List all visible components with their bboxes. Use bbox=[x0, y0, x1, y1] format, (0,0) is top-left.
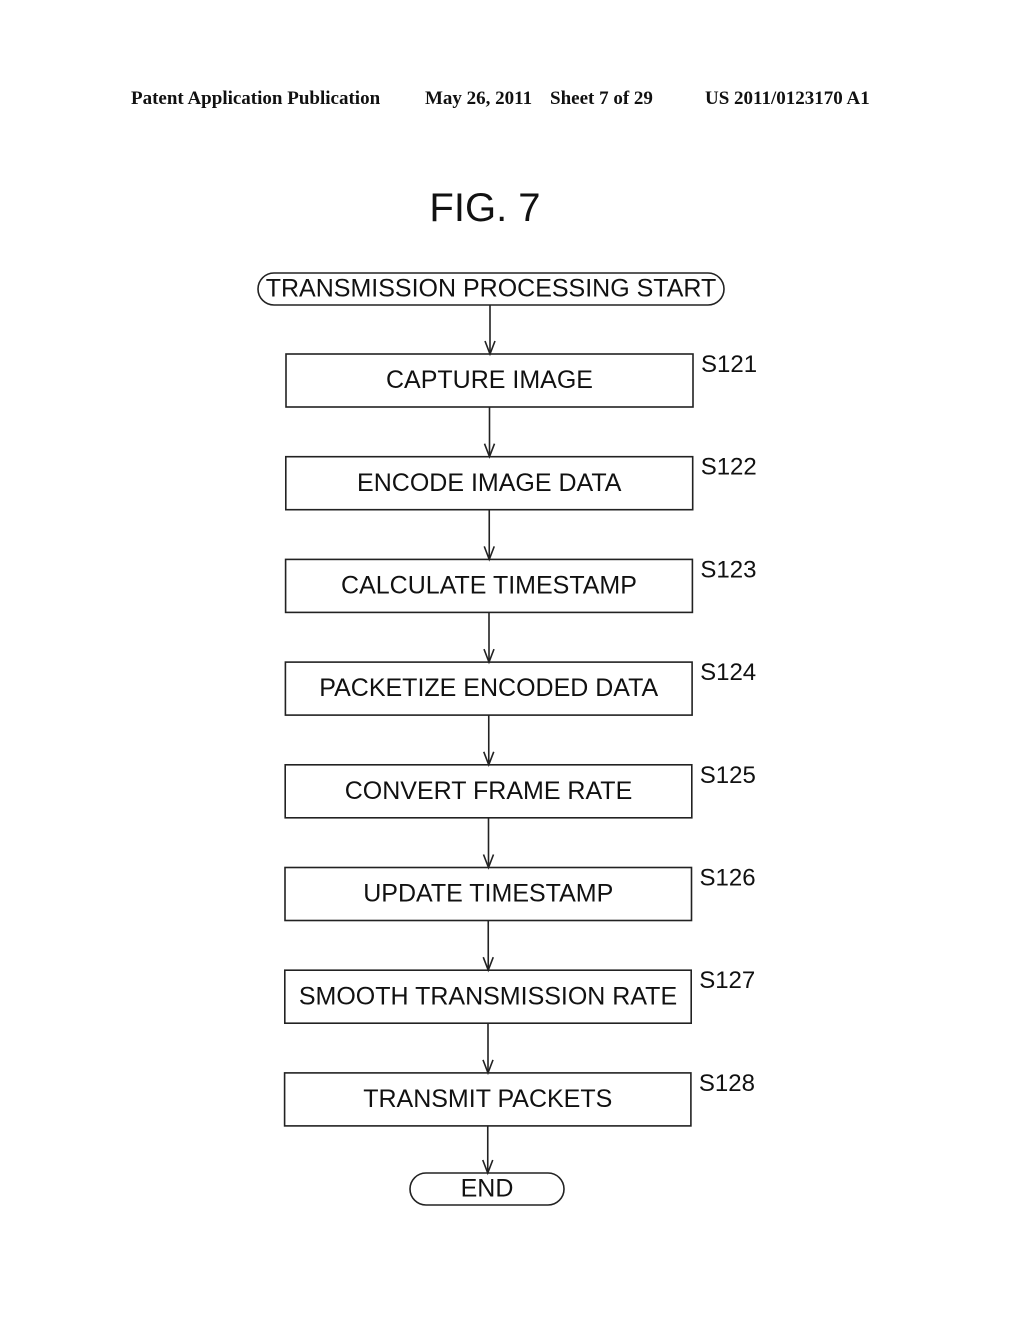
process-label: CALCULATE TIMESTAMP bbox=[341, 572, 637, 600]
step-id-label: S121 bbox=[701, 351, 757, 378]
flow-arrow bbox=[482, 1125, 494, 1176]
process-label: CAPTURE IMAGE bbox=[386, 366, 593, 394]
process-label: CONVERT FRAME RATE bbox=[345, 777, 633, 805]
process-label: PACKETIZE ENCODED DATA bbox=[319, 674, 658, 702]
step-id-label: S122 bbox=[701, 454, 757, 481]
process-step: SMOOTH TRANSMISSION RATE S127 bbox=[283, 967, 755, 1025]
step-id-label: S123 bbox=[700, 556, 756, 583]
process-step: CONVERT FRAME RATE S125 bbox=[284, 762, 756, 819]
flow-arrow bbox=[483, 407, 496, 459]
step-id-label: S128 bbox=[699, 1070, 755, 1097]
process-label: SMOOTH TRANSMISSION RATE bbox=[299, 982, 677, 1010]
flow-arrow bbox=[482, 920, 494, 973]
start-terminal-label: TRANSMISSION PROCESSING START bbox=[266, 275, 717, 303]
flowchart: TRANSMISSION PROCESSING START CAPTURE IM… bbox=[257, 272, 757, 1206]
process-label: TRANSMIT PACKETS bbox=[363, 1085, 612, 1113]
start-terminal: TRANSMISSION PROCESSING START bbox=[257, 272, 725, 306]
step-id-label: S127 bbox=[699, 967, 755, 994]
step-id-label: S126 bbox=[700, 865, 756, 892]
process-step: PACKETIZE ENCODED DATA S124 bbox=[284, 659, 756, 716]
process-step: TRANSMIT PACKETS S128 bbox=[283, 1070, 755, 1127]
process-label: ENCODE IMAGE DATA bbox=[357, 469, 622, 497]
process-step: UPDATE TIMESTAMP S126 bbox=[284, 865, 756, 922]
flow-arrow bbox=[482, 1023, 494, 1076]
flow-arrow bbox=[483, 715, 495, 768]
step-id-label: S125 bbox=[700, 762, 756, 789]
process-step: CAPTURE IMAGE S121 bbox=[285, 351, 757, 408]
process-label: UPDATE TIMESTAMP bbox=[363, 880, 613, 908]
end-terminal: END bbox=[409, 1172, 565, 1206]
flow-arrow bbox=[484, 305, 496, 357]
process-step: CALCULATE TIMESTAMP S123 bbox=[284, 556, 756, 614]
flow-arrow bbox=[482, 817, 495, 870]
step-id-label: S124 bbox=[700, 659, 756, 686]
process-step: ENCODE IMAGE DATA S122 bbox=[284, 454, 757, 511]
flow-arrow bbox=[483, 509, 495, 562]
end-terminal-label: END bbox=[461, 1175, 514, 1203]
flow-arrow bbox=[483, 612, 495, 665]
